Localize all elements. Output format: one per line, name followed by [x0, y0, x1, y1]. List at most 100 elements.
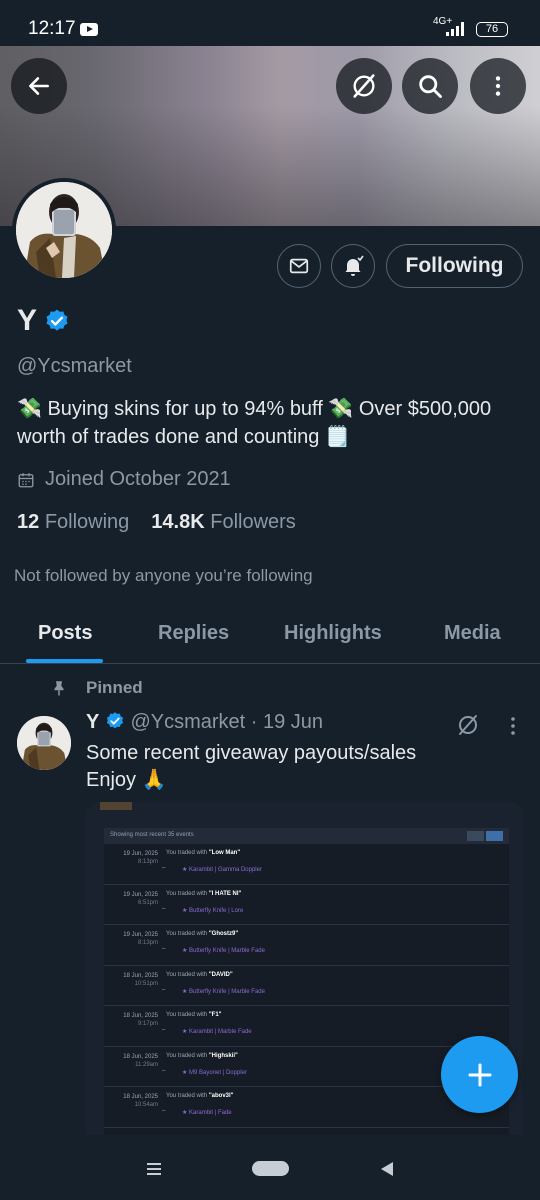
back-button[interactable]	[11, 58, 67, 114]
trade-date-text: 18 Jun, 2025	[123, 1094, 158, 1100]
trade-partner: "I HATE NI"	[208, 890, 242, 897]
trade-dash: –	[162, 946, 166, 952]
trade-date-text: 19 Jun, 2025	[123, 891, 158, 898]
followers-count: 14.8K	[151, 511, 205, 533]
pinned-label: Pinned	[50, 678, 143, 698]
trade-date: 18 Jun, 2025 11:29am	[104, 1053, 158, 1069]
trade-item: ★ Karambit | Fade	[182, 1110, 232, 1116]
youtube-notification-icon	[80, 23, 98, 36]
media-thumbnail-fragment	[100, 802, 132, 810]
grok-icon[interactable]	[456, 713, 480, 737]
trade-item: ★ Karambit | Gamma Doppler	[182, 867, 262, 873]
pinned-text: Pinned	[86, 678, 143, 697]
trade-date: 19 Jun, 2025 8:13pm	[104, 850, 158, 866]
post-handle-time: @Ycsmarket · 19 Jun	[130, 711, 324, 733]
trade-item: ★ Butterfly Knife | Marble Fade	[182, 988, 265, 995]
trade-message: You traded with "DAVID"	[166, 972, 233, 978]
trade-time-text: 8:13pm	[137, 940, 158, 946]
search-icon	[419, 75, 442, 98]
profile-bio: 💸 Buying skins for up to 94% buff 💸 Over…	[17, 398, 492, 448]
trade-date: 19 Jun, 2025 8:13pm	[104, 931, 158, 947]
trade-prefix: You traded with	[166, 850, 209, 856]
more-vertical-icon[interactable]	[505, 716, 521, 736]
following-count: 12	[17, 511, 40, 533]
more-options-button[interactable]	[470, 58, 526, 114]
trade-message: You traded with "Highskii"	[166, 1053, 238, 1059]
trade-history-title: Showing most recent 35 events	[110, 832, 194, 838]
trade-prefix: You traded with	[166, 931, 209, 937]
more-vertical-icon	[495, 76, 501, 96]
compose-post-button[interactable]	[441, 1036, 518, 1113]
trade-message: You traded with "F1"	[166, 1012, 222, 1018]
verified-badge-icon	[106, 712, 123, 729]
trade-row: 19 Jun, 2025 6:51pm You traded with "I HAT…	[104, 885, 509, 925]
system-navigation-bar	[0, 1135, 540, 1200]
tab-posts[interactable]: Posts	[38, 622, 92, 645]
trade-time-text: 8:13pm	[137, 859, 158, 865]
not-followed-notice: Not followed by anyone you’re following	[14, 566, 313, 585]
trade-row: 19 Jun, 2025 8:13pm You traded with "Low M…	[104, 844, 509, 885]
joined-date: Joined October 2021	[17, 468, 231, 491]
trade-prefix: You traded with	[166, 890, 209, 897]
trade-date-text: 18 Jun, 2025	[123, 972, 158, 979]
trade-date-text: 18 Jun, 2025	[123, 1053, 158, 1060]
post-author-name[interactable]: Y	[86, 711, 99, 733]
trade-row: 19 Jun, 2025 8:13pm You traded with "Ghost…	[104, 925, 509, 966]
trade-prefix: You traded with	[166, 1052, 209, 1059]
trade-time-text: 11:29am	[135, 1061, 158, 1068]
following-label: Following	[44, 511, 130, 533]
search-button[interactable]	[402, 58, 458, 114]
trade-dash: –	[162, 905, 166, 912]
verified-badge-icon	[46, 309, 68, 331]
signal-icon	[446, 22, 468, 36]
trade-time-text: 10:51pm	[134, 980, 158, 987]
trade-item: ★ Karambit | Marble Fade	[182, 1029, 252, 1035]
trade-time-text: 6:51pm	[137, 899, 158, 906]
trade-dash: –	[162, 1067, 166, 1074]
trade-partner: "Highskii"	[208, 1052, 238, 1059]
status-time: 12:17	[28, 18, 76, 39]
trade-message: You traded with "abov3l"	[166, 1093, 234, 1099]
pin-icon	[54, 681, 64, 696]
profile-avatar[interactable]	[12, 178, 116, 282]
grok-icon	[353, 74, 375, 98]
active-tab-indicator	[26, 659, 103, 663]
trade-row: 18 Jun, 2025 10:51pm You traded with "DAVI…	[104, 966, 509, 1006]
trade-item: ★ Butterfly Knife | Marble Fade	[182, 948, 265, 954]
joined-text: Joined October 2021	[45, 468, 231, 490]
avatar-photo	[17, 716, 71, 770]
post-avatar[interactable]	[17, 716, 71, 770]
mail-icon	[289, 258, 309, 274]
trade-partner: "abov3l"	[208, 1093, 234, 1099]
following-button[interactable]: Following	[386, 244, 523, 288]
follow-counts: 12 Following 14.8K Followers	[17, 511, 296, 534]
bell-icon	[345, 255, 364, 276]
trade-history-header: Showing most recent 35 events	[104, 828, 509, 844]
message-button[interactable]	[277, 244, 321, 288]
trade-dash: –	[162, 1027, 166, 1033]
trade-partner: "F1"	[208, 1012, 222, 1018]
grok-button[interactable]	[336, 58, 392, 114]
back-nav-icon[interactable]	[380, 1161, 394, 1177]
trade-partner: "DAVID"	[208, 971, 233, 978]
trade-row: 18 Jun, 2025 9:17pm You traded with "F1" – ★…	[104, 1006, 509, 1047]
trade-message: You traded with "Ghostz9"	[166, 931, 238, 937]
home-button[interactable]	[252, 1161, 289, 1176]
calendar-icon	[18, 472, 34, 487]
notifications-button[interactable]	[331, 244, 375, 288]
trade-time-text: 9:17pm	[137, 1021, 158, 1027]
tab-highlights[interactable]: Highlights	[284, 622, 382, 645]
back-arrow-icon	[29, 77, 49, 95]
trade-date-text: 19 Jun, 2025	[123, 851, 158, 857]
trade-partner: "Low Man"	[208, 850, 241, 856]
post-line-2: Enjoy 🙏	[86, 769, 167, 791]
post-text: Some recent giveaway payouts/sales Enjoy…	[86, 740, 416, 794]
recent-apps-icon[interactable]	[146, 1162, 162, 1176]
tab-replies[interactable]: Replies	[158, 622, 229, 645]
profile-tabs: Posts Replies Highlights Media	[0, 600, 540, 664]
followers-link[interactable]: 14.8K Followers	[151, 511, 296, 533]
trade-date-text: 18 Jun, 2025	[123, 1013, 158, 1019]
trade-date: 18 Jun, 2025 9:17pm	[104, 1012, 158, 1028]
following-link[interactable]: 12 Following	[17, 511, 129, 533]
tab-media[interactable]: Media	[444, 622, 501, 645]
